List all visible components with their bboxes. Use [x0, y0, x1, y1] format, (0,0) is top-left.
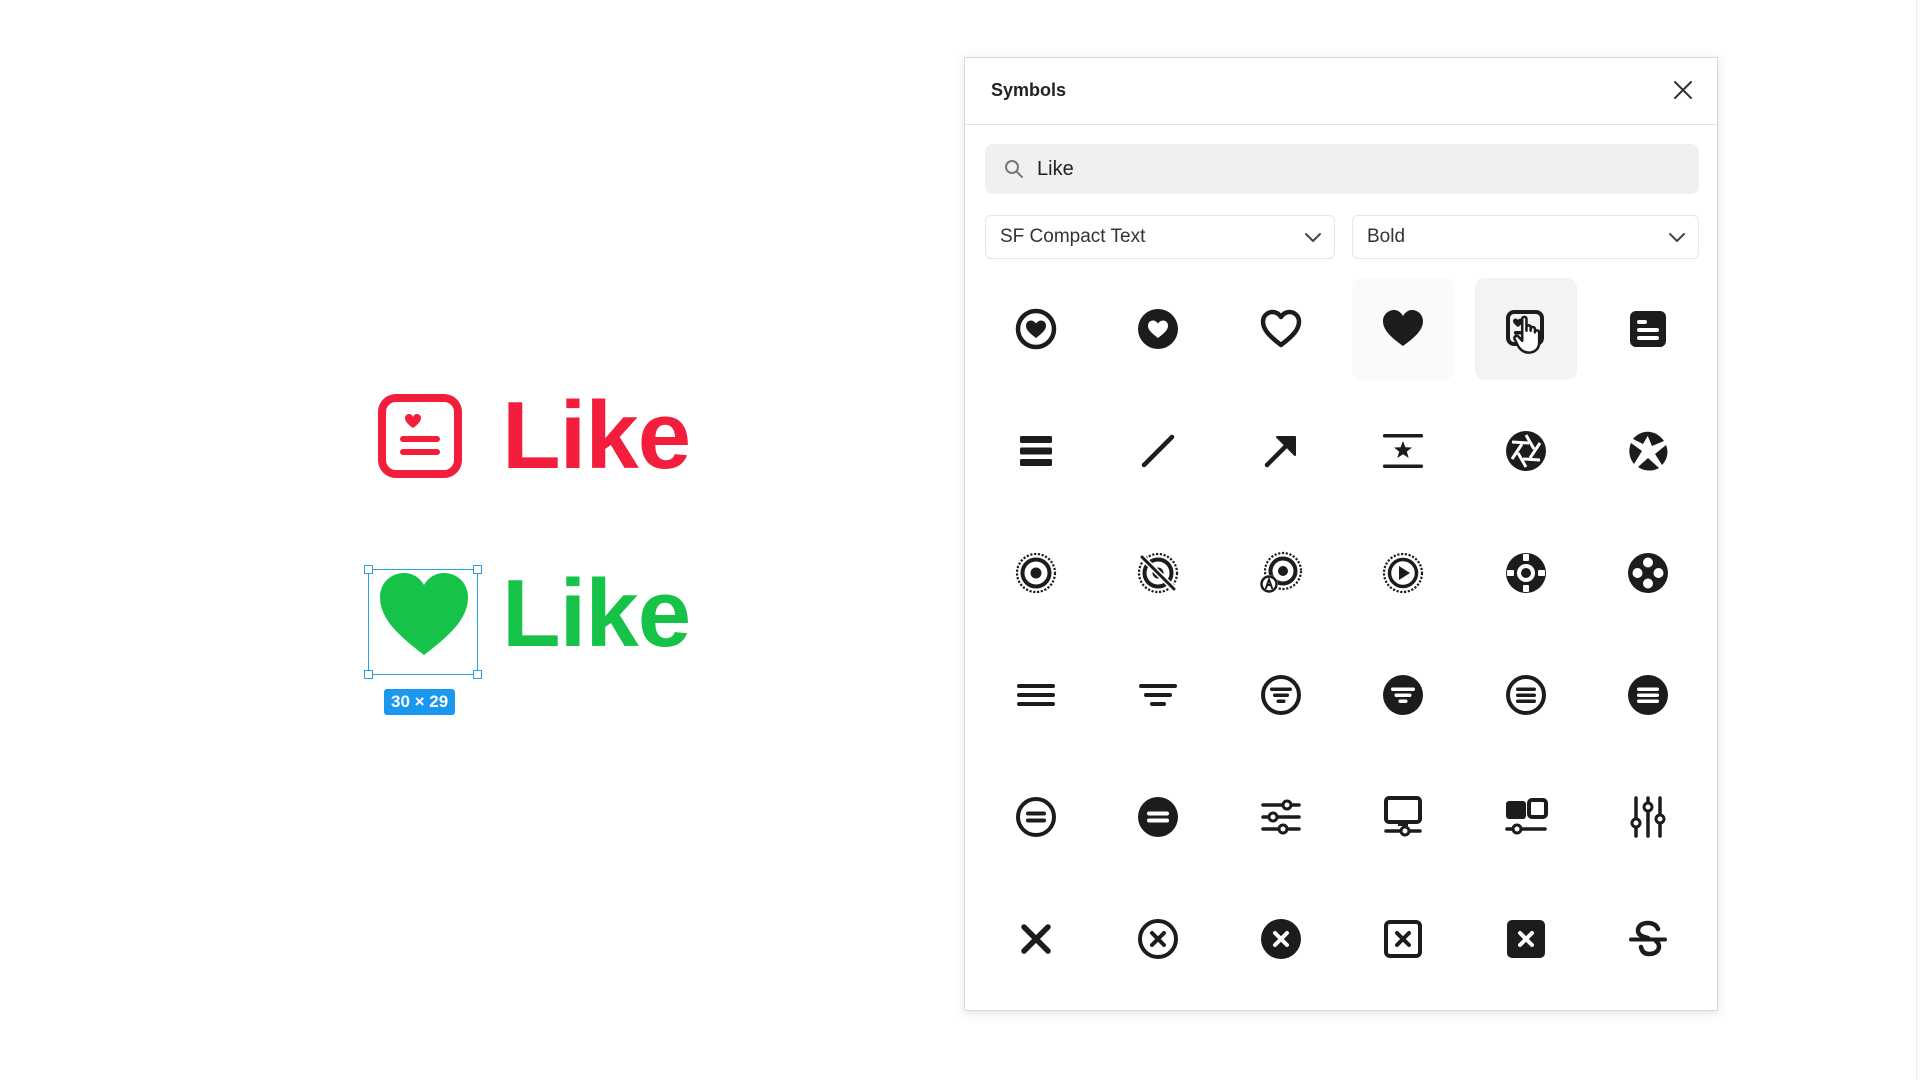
symbol-cell[interactable]	[1597, 522, 1699, 624]
text-square-fill-icon	[1629, 311, 1666, 347]
heart-icon	[1260, 309, 1302, 348]
line-3-circle-icon	[1505, 675, 1546, 715]
resize-handle-bottom-left[interactable]	[364, 670, 373, 679]
like-red-group[interactable]: Like	[378, 388, 691, 484]
slider-vertical-3-icon	[1630, 796, 1666, 838]
symbol-cell[interactable]	[1230, 888, 1332, 990]
symbol-cell[interactable]	[1107, 888, 1209, 990]
font-weight-select[interactable]: Bold	[1352, 215, 1699, 259]
symbol-cell[interactable]	[985, 400, 1087, 502]
symbol-cell[interactable]	[985, 522, 1087, 624]
symbol-cell[interactable]	[985, 766, 1087, 868]
dot-radiowaves-circle-icon	[1015, 552, 1057, 594]
like-red-text[interactable]: Like	[502, 388, 691, 484]
hand-cursor-icon	[1512, 315, 1540, 354]
symbol-cell[interactable]	[1475, 522, 1577, 624]
like-green-text[interactable]: Like	[502, 566, 691, 662]
search-input[interactable]	[1035, 156, 1639, 182]
equal-circle-fill-icon	[1138, 797, 1179, 837]
symbols-panel: Symbols SF Compact Text Bold	[964, 57, 1718, 1011]
symbol-cell[interactable]	[1475, 888, 1577, 990]
heart-circle-fill-icon	[1138, 309, 1179, 349]
panel-title: Symbols	[991, 80, 1067, 100]
symbol-cell[interactable]	[1475, 766, 1577, 868]
heart-fill-icon	[1383, 310, 1424, 346]
display-2-slider-icon	[1504, 798, 1548, 835]
symbol-cell[interactable]	[1597, 888, 1699, 990]
line-3-circle-fill-icon	[1627, 675, 1668, 715]
symbol-cell[interactable]	[1107, 644, 1209, 746]
search-icon	[1003, 158, 1025, 180]
symbol-cell[interactable]	[1597, 400, 1699, 502]
symbol-cell[interactable]	[1474, 278, 1577, 380]
symbol-cell[interactable]	[985, 278, 1087, 380]
design-canvas[interactable]: Like Like 30 × 29 Symbols Like SF Compac…	[0, 0, 1920, 1080]
circle-dots-fill-icon	[1627, 553, 1668, 593]
symbol-cell[interactable]	[1352, 888, 1454, 990]
line-3-decrease-circle-icon	[1260, 675, 1301, 715]
search-box[interactable]	[985, 144, 1699, 194]
camera-aperture-fill-icon	[1505, 431, 1546, 471]
symbol-cell[interactable]	[1107, 522, 1209, 624]
symbol-cell[interactable]	[1597, 644, 1699, 746]
symbol-grid	[985, 278, 1699, 990]
symbol-cell[interactable]	[1475, 400, 1577, 502]
text-bubble-heart-icon	[378, 394, 462, 478]
line-3-decrease-circle-fill-icon	[1383, 675, 1424, 715]
xmark-circle-icon	[1138, 919, 1179, 959]
canvas-edge	[1916, 0, 1917, 1080]
symbol-cell[interactable]	[1230, 522, 1332, 624]
symbol-cell[interactable]	[1597, 278, 1699, 380]
strikethrough-icon	[1628, 920, 1667, 957]
play-radiowaves-circle-icon	[1383, 552, 1424, 594]
resize-handle-bottom-right[interactable]	[473, 670, 482, 679]
font-family-select[interactable]: SF Compact Text	[985, 215, 1335, 259]
equal-circle-icon	[1016, 797, 1056, 837]
symbol-cell[interactable]	[985, 888, 1087, 990]
life-preserver-icon	[1505, 553, 1546, 593]
symbol-cell[interactable]	[1352, 400, 1454, 502]
close-button[interactable]	[1667, 74, 1699, 106]
symbol-cell[interactable]	[1230, 278, 1332, 380]
symbol-cell[interactable]	[985, 644, 1087, 746]
symbol-cell[interactable]	[1352, 644, 1454, 746]
symbol-cell[interactable]	[1107, 278, 1209, 380]
symbol-cell[interactable]	[1597, 766, 1699, 868]
symbol-cell[interactable]	[1230, 644, 1332, 746]
chevron-down-icon	[1305, 233, 1321, 242]
symbol-cell[interactable]	[1352, 766, 1454, 868]
symbol-cell[interactable]	[1230, 400, 1332, 502]
symbol-cell[interactable]	[1352, 278, 1455, 380]
slider-horizontal-3-icon	[1261, 799, 1301, 835]
symbol-cell[interactable]	[1107, 400, 1209, 502]
chevron-down-icon	[1669, 233, 1685, 242]
display-slider-icon	[1384, 796, 1423, 837]
symbol-cell[interactable]	[1107, 766, 1209, 868]
line-diagonal-icon	[1142, 434, 1175, 468]
line-3-horizontal-fill-icon	[1020, 436, 1052, 466]
symbol-cell[interactable]	[1352, 522, 1454, 624]
xmark-circle-fill-icon	[1260, 919, 1301, 959]
dot-radiowaves-a-icon	[1259, 551, 1302, 593]
camera-aperture-icon	[1629, 431, 1668, 471]
close-icon	[1674, 81, 1692, 99]
heart-circle-icon	[1015, 308, 1057, 350]
font-weight-value: Bold	[1367, 226, 1406, 247]
text-below-star-icon	[1383, 434, 1424, 468]
font-family-value: SF Compact Text	[1000, 226, 1146, 247]
arrow-up-right-icon	[1264, 436, 1296, 468]
selection-box[interactable]	[364, 565, 482, 679]
line-3-horizontal-icon	[1017, 684, 1055, 706]
selection-size-badge: 30 × 29	[384, 689, 456, 715]
resize-handle-top-left[interactable]	[364, 565, 373, 574]
panel-header: Symbols	[965, 58, 1717, 125]
resize-handle-top-right[interactable]	[473, 565, 482, 574]
symbol-cell[interactable]	[1230, 766, 1332, 868]
xmark-square-icon	[1384, 920, 1423, 958]
xmark-icon	[1021, 924, 1051, 954]
symbol-cell[interactable]	[1475, 644, 1577, 746]
dot-radiowaves-slash-icon	[1138, 552, 1179, 594]
line-3-decrease-icon	[1139, 684, 1178, 706]
xmark-square-fill-icon	[1506, 920, 1545, 958]
